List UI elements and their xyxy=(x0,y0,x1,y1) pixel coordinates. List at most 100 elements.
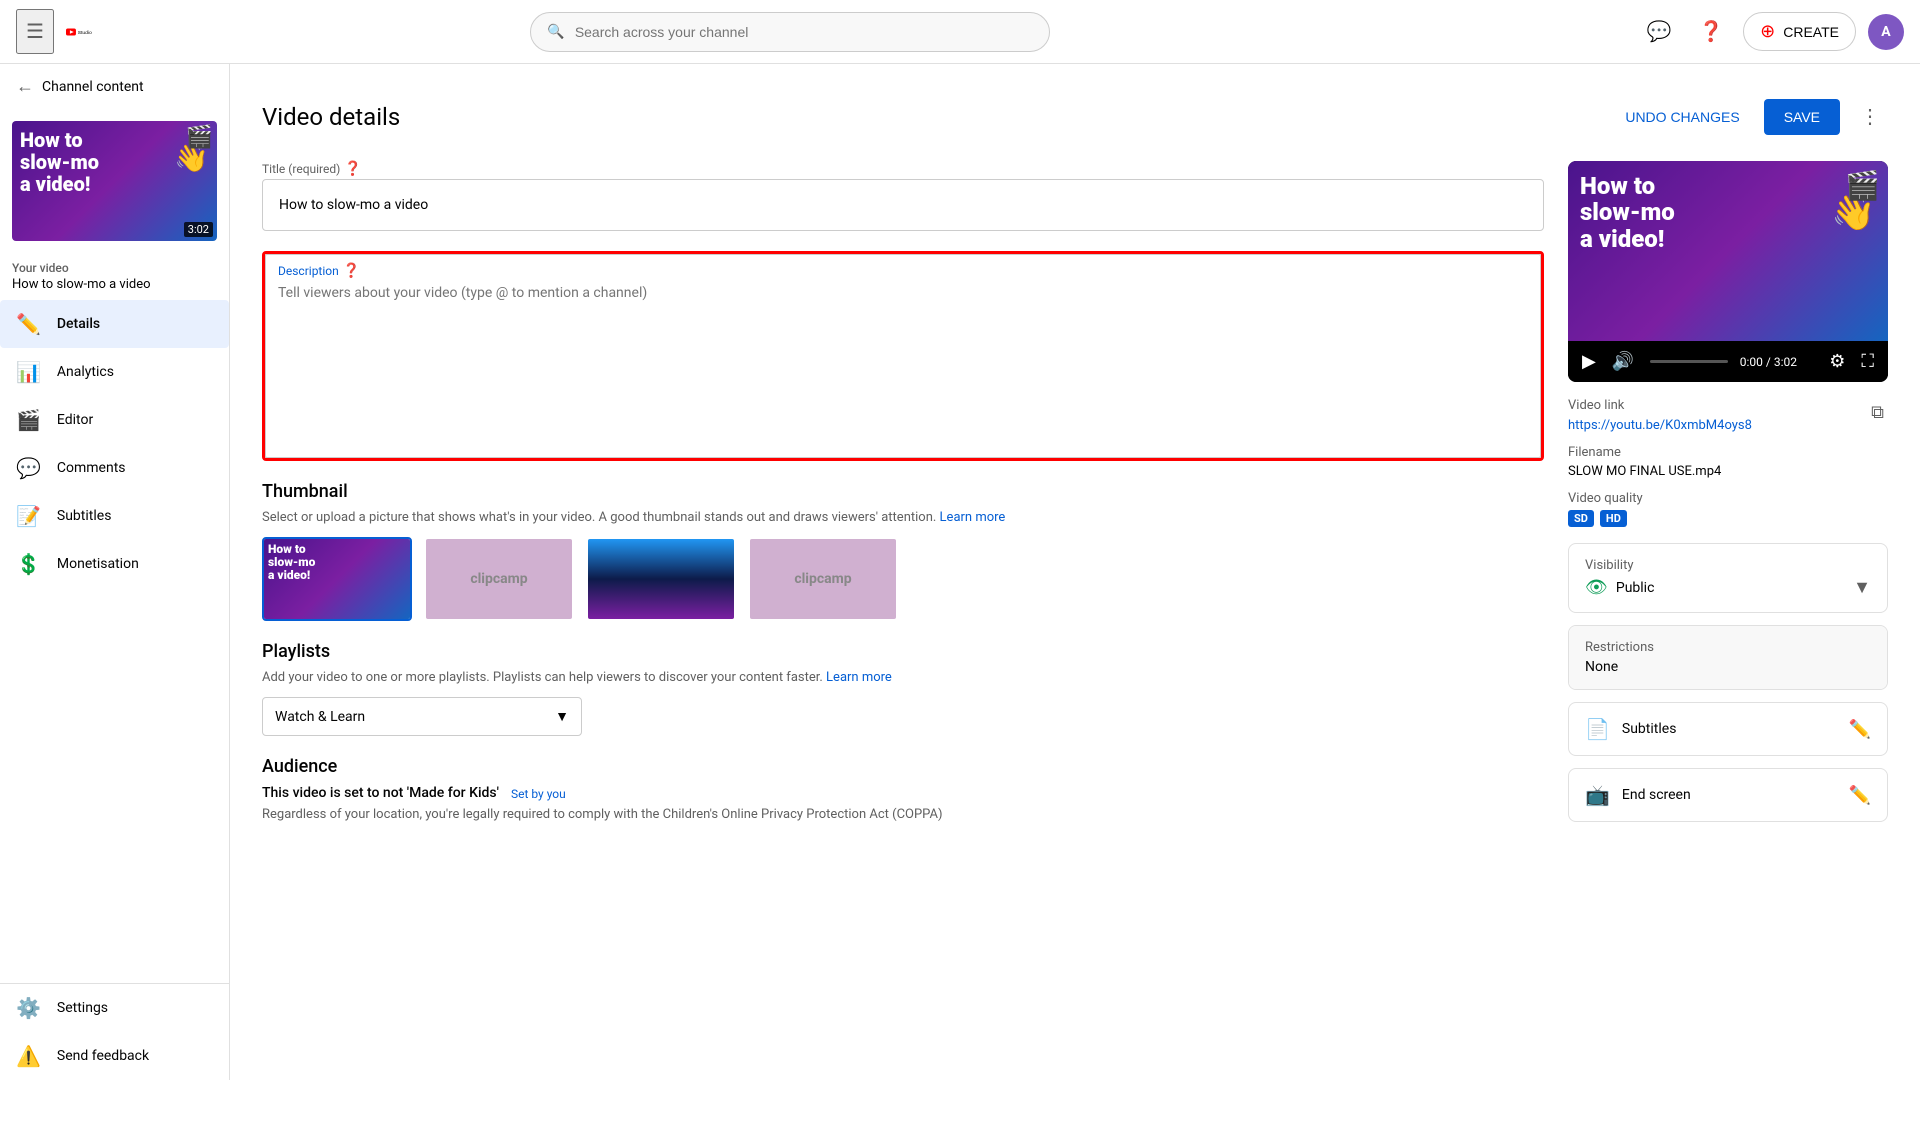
end-screen-label: End screen xyxy=(1622,787,1837,803)
sidebar-item-feedback[interactable]: ⚠️ Send feedback xyxy=(0,1032,229,1080)
end-screen-row: 📺 End screen ✏️ xyxy=(1569,769,1887,821)
sidebar-item-analytics[interactable]: 📊 Analytics xyxy=(0,348,229,396)
save-button[interactable]: SAVE xyxy=(1764,99,1840,135)
playlists-learn-more-link[interactable]: Learn more xyxy=(826,670,892,685)
thumb-preview-4: clipcamp xyxy=(750,539,896,619)
thumbnail-desc: Select or upload a picture that shows wh… xyxy=(262,510,1544,525)
two-column-layout: Title (required) ❓ Description ❓ xyxy=(262,161,1888,842)
channel-content-label: Channel content xyxy=(42,79,144,95)
settings-button[interactable]: ⚙ xyxy=(1825,347,1849,376)
video-link[interactable]: https://youtu.be/K0xmbM4oys8 xyxy=(1568,418,1752,433)
restrictions-label: Restrictions xyxy=(1585,640,1871,655)
play-button[interactable]: ▶ xyxy=(1578,347,1600,376)
main-layout: ← Channel content How toslow-moa video! … xyxy=(0,64,1920,1080)
title-help-icon[interactable]: ❓ xyxy=(344,161,361,177)
thumb-preview-2: clipcamp xyxy=(426,539,572,619)
visibility-selector[interactable]: 👁 Public ▼ xyxy=(1569,577,1887,612)
thumbnail-option-4[interactable]: clipcamp xyxy=(748,537,898,621)
end-screen-card[interactable]: 📺 End screen ✏️ xyxy=(1568,768,1888,822)
hamburger-menu[interactable]: ☰ xyxy=(16,9,54,54)
sidebar-video-thumb[interactable]: How toslow-moa video! 👋 🎬 3:02 xyxy=(12,121,217,241)
avatar[interactable]: A xyxy=(1868,14,1904,50)
description-textarea[interactable] xyxy=(278,285,1528,445)
hd-badge: HD xyxy=(1600,510,1627,527)
thumb-overlay-text: How toslow-moa video! xyxy=(12,121,107,203)
video-preview-thumbnail: How toslow-moa video! 👋 🎬 xyxy=(1568,161,1888,341)
time-display: 0:00 / 3:02 xyxy=(1740,355,1818,369)
create-button[interactable]: ⊕ CREATE xyxy=(1743,12,1856,51)
send-feedback-label: Send feedback xyxy=(57,1048,149,1064)
quality-label: Video quality xyxy=(1568,491,1888,506)
restrictions-panel: Restrictions None xyxy=(1569,626,1887,689)
subtitles-icon: 📝 xyxy=(16,504,41,528)
playlist-dropdown[interactable]: Watch & Learn ▼ xyxy=(262,697,582,736)
filename-label: Filename xyxy=(1568,445,1621,460)
search-input[interactable] xyxy=(575,24,1034,40)
more-options-button[interactable]: ⋮ xyxy=(1852,96,1888,137)
visibility-card-label: Visibility xyxy=(1585,558,1871,573)
sidebar-item-comments[interactable]: 💬 Comments xyxy=(0,444,229,492)
thumbnail-options: How toslow-moa video! clipcamp xyxy=(262,537,1544,621)
subtitles-card[interactable]: 📄 Subtitles ✏️ xyxy=(1568,702,1888,756)
filename-value: SLOW MO FINAL USE.mp4 xyxy=(1568,464,1721,479)
back-arrow-icon: ← xyxy=(16,76,34,97)
clipcamp-watermark-4: clipcamp xyxy=(794,571,851,587)
search-icon: 🔍 xyxy=(547,24,564,40)
audience-title: Audience xyxy=(262,756,1544,777)
editor-icon: 🎬 xyxy=(16,408,41,432)
visibility-arrow-icon: ▼ xyxy=(1853,577,1871,598)
sidebar-item-details[interactable]: ✏️ Details xyxy=(0,300,229,348)
description-help-icon[interactable]: ❓ xyxy=(343,263,360,279)
title-input[interactable] xyxy=(262,179,1544,231)
thumbnail-title: Thumbnail xyxy=(262,481,1544,502)
svg-text:Studio: Studio xyxy=(78,29,92,35)
thumb-preview-1: How toslow-moa video! xyxy=(264,539,410,619)
volume-button[interactable]: 🔊 xyxy=(1608,347,1638,376)
video-link-row: Video link https://youtu.be/K0xmbM4oys8 … xyxy=(1568,398,1888,433)
sidebar-bottom: ⚙️ Settings ⚠️ Send feedback xyxy=(0,983,229,1080)
quality-badges: SD HD xyxy=(1568,510,1888,527)
back-to-channel[interactable]: ← Channel content xyxy=(0,64,229,109)
analytics-icon: 📊 xyxy=(16,360,41,384)
undo-changes-button[interactable]: UNDO CHANGES xyxy=(1613,101,1751,133)
monetisation-icon: 💲 xyxy=(16,552,41,576)
fullscreen-button[interactable]: ⛶ xyxy=(1857,347,1878,376)
preview-thumb-text: How toslow-moa video! xyxy=(1568,161,1687,264)
help-icon-btn[interactable]: ❓ xyxy=(1691,12,1731,52)
thumbnail-option-2[interactable]: clipcamp xyxy=(424,537,574,621)
feedback-icon-btn[interactable]: 💬 xyxy=(1639,12,1679,52)
audience-header: This video is set to not 'Made for Kids'… xyxy=(262,785,1544,803)
copy-link-button[interactable]: ⧉ xyxy=(1867,398,1888,427)
search-bar[interactable]: 🔍 xyxy=(530,12,1050,52)
video-preview-box: How toslow-moa video! 👋 🎬 ▶ 🔊 0:00 / 3:0… xyxy=(1568,161,1888,382)
end-screen-edit-button[interactable]: ✏️ xyxy=(1849,785,1871,806)
audience-label: This video is set to not 'Made for Kids' xyxy=(262,785,499,801)
video-name: How to slow-mo a video xyxy=(12,277,217,292)
sidebar-video-label: Your video How to slow-mo a video xyxy=(0,253,229,300)
header-actions: UNDO CHANGES SAVE ⋮ xyxy=(1613,96,1888,137)
details-icon: ✏️ xyxy=(16,312,41,336)
video-link-label: Video link xyxy=(1568,398,1752,413)
editor-label: Editor xyxy=(57,412,93,428)
thumbnail-option-1[interactable]: How toslow-moa video! xyxy=(262,537,412,621)
thumbnail-option-3[interactable] xyxy=(586,537,736,621)
analytics-label: Analytics xyxy=(57,364,114,380)
create-label: CREATE xyxy=(1783,24,1839,40)
sidebar-item-editor[interactable]: 🎬 Editor xyxy=(0,396,229,444)
sidebar-item-settings[interactable]: ⚙️ Settings xyxy=(0,984,229,1032)
thumb-duration: 3:02 xyxy=(184,222,213,237)
video-link-info: Video link https://youtu.be/K0xmbM4oys8 xyxy=(1568,398,1752,433)
title-field-group: Title (required) ❓ xyxy=(262,161,1544,231)
video-quality-row: Video quality SD HD xyxy=(1568,491,1888,527)
sidebar-item-monetisation[interactable]: 💲 Monetisation xyxy=(0,540,229,588)
comments-icon: 💬 xyxy=(16,456,41,480)
feedback-icon: ⚠️ xyxy=(16,1044,41,1068)
filename-row: Filename SLOW MO FINAL USE.mp4 xyxy=(1568,445,1888,479)
progress-bar[interactable] xyxy=(1650,360,1728,363)
sidebar-item-subtitles[interactable]: 📝 Subtitles xyxy=(0,492,229,540)
visibility-eye-icon: 👁 xyxy=(1585,577,1608,598)
sidebar-nav: ✏️ Details 📊 Analytics 🎬 Editor 💬 Commen… xyxy=(0,300,229,983)
subtitles-edit-button[interactable]: ✏️ xyxy=(1849,719,1871,740)
thumbnail-learn-more-link[interactable]: Learn more xyxy=(940,510,1006,525)
audience-desc: Regardless of your location, you're lega… xyxy=(262,807,1544,822)
